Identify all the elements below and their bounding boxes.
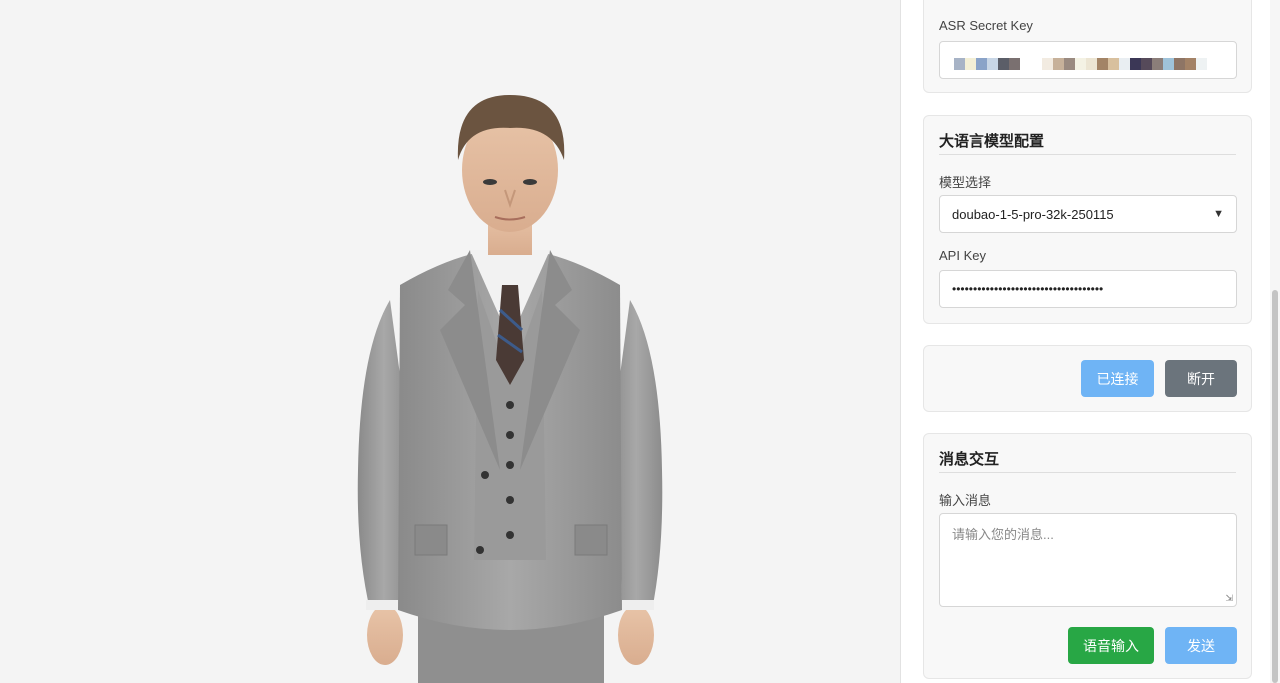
scrollbar-thumb[interactable] (1272, 290, 1278, 683)
message-card: 消息交互 输入消息 请输入您的消息... ⇲ 语音输入 发送 (923, 433, 1252, 679)
api-key-input[interactable]: •••••••••••••••••••••••••••••••••••• (939, 270, 1237, 308)
asr-config-card: ASR Secret Key (923, 0, 1252, 93)
settings-panel: ASR Secret Key 大语言模型配置 模型选择 doubao-1-5-p… (900, 0, 1280, 683)
asr-secret-key-label: ASR Secret Key (939, 18, 1033, 33)
panel-scrollbar[interactable] (1270, 0, 1280, 683)
digital-human-avatar (357, 95, 663, 683)
divider (939, 154, 1236, 155)
api-key-value: •••••••••••••••••••••••••••••••••••• (952, 282, 1104, 296)
connected-button[interactable]: 已连接 (1081, 360, 1154, 397)
message-placeholder: 请输入您的消息... (952, 527, 1054, 542)
asr-secret-key-input[interactable] (939, 41, 1237, 79)
message-textarea[interactable]: 请输入您的消息... ⇲ (939, 513, 1237, 607)
model-select-value: doubao-1-5-pro-32k-250115 (952, 206, 1114, 222)
api-key-label: API Key (939, 248, 986, 263)
divider (939, 472, 1236, 473)
avatar-stage (0, 0, 900, 683)
message-title: 消息交互 (939, 451, 1000, 468)
chevron-down-icon: ▼ (1213, 208, 1224, 220)
llm-config-title: 大语言模型配置 (939, 133, 1045, 150)
model-select-label: 模型选择 (939, 175, 992, 190)
resize-grip-icon[interactable]: ⇲ (1225, 594, 1233, 603)
voice-input-button[interactable]: 语音输入 (1068, 627, 1154, 664)
disconnect-button[interactable]: 断开 (1165, 360, 1237, 397)
redacted-secret-mosaic (954, 58, 1207, 70)
llm-config-card: 大语言模型配置 模型选择 doubao-1-5-pro-32k-250115 ▼… (923, 115, 1252, 324)
model-select[interactable]: doubao-1-5-pro-32k-250115 ▼ (939, 195, 1237, 233)
message-input-label: 输入消息 (939, 493, 992, 508)
send-button[interactable]: 发送 (1165, 627, 1237, 664)
connection-card: 已连接 断开 (923, 345, 1252, 412)
